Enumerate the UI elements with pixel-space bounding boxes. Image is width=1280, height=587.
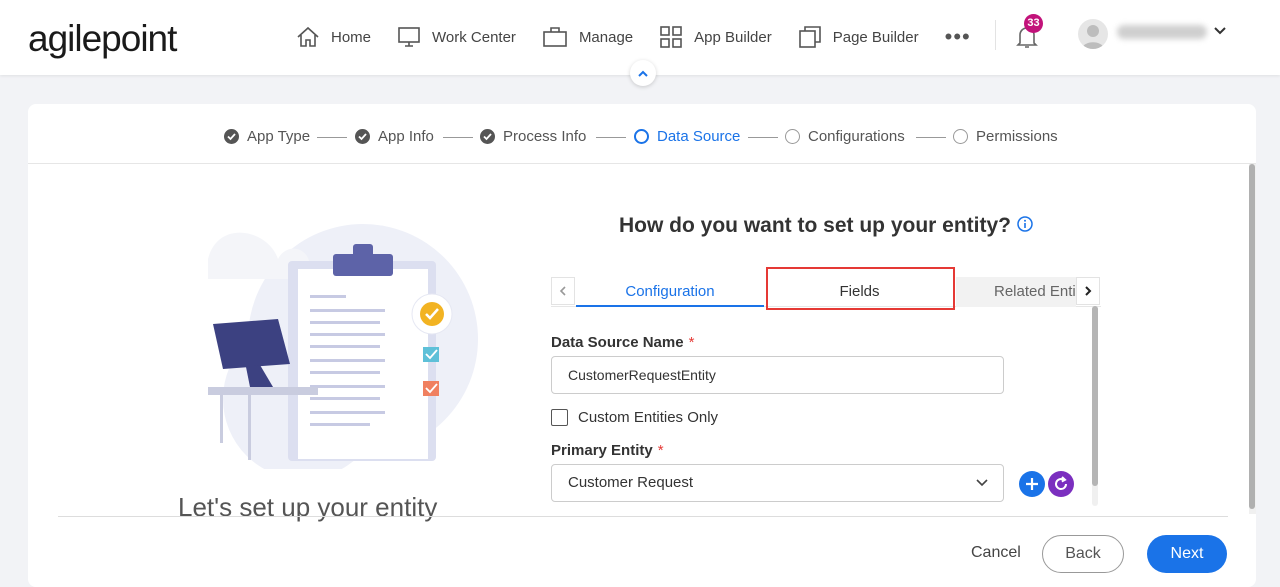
chevron-down-icon[interactable] [1213, 25, 1227, 37]
user-icon [1082, 25, 1104, 49]
next-button[interactable]: Next [1147, 535, 1227, 573]
collapse-header-button[interactable] [630, 60, 656, 86]
illustration-title: Let's set up your entity [178, 492, 438, 522]
step-label: Process Info [503, 128, 587, 145]
check-circle-icon [224, 129, 239, 144]
nav-page-builder[interactable]: Page Builder [798, 22, 919, 52]
tab-fields[interactable]: Fields [768, 277, 951, 307]
nav-app-builder-label: App Builder [694, 28, 772, 46]
briefcase-icon [543, 27, 567, 47]
info-icon[interactable] [1017, 216, 1033, 232]
data-source-name-label-text: Data Source Name [551, 334, 684, 351]
step-process-info[interactable]: Process Info [480, 128, 586, 145]
primary-entity-select[interactable]: Customer Request [551, 464, 1004, 502]
cancel-button[interactable]: Cancel [971, 544, 1021, 562]
chevron-left-icon [559, 286, 566, 296]
home-icon [297, 26, 319, 47]
tab-related-entities[interactable]: Related Enti [956, 277, 1076, 307]
nav-manage[interactable]: Manage [542, 22, 633, 52]
form-scrollbar[interactable] [1092, 306, 1098, 506]
step-connector [916, 137, 946, 138]
step-label: Data Source [657, 128, 741, 145]
custom-entities-only-label: Custom Entities Only [578, 409, 719, 426]
wizard-stepper: App Type App Info Process Info Data Sour… [28, 104, 1256, 164]
nav-manage-label: Manage [578, 28, 634, 46]
data-source-name-input[interactable] [551, 356, 1004, 394]
add-entity-button[interactable] [1019, 471, 1045, 497]
step-data-source[interactable]: Data Source [634, 128, 740, 145]
circle-icon [785, 129, 800, 144]
tab-scroll-left-button[interactable] [551, 277, 575, 305]
check-circle-icon [480, 129, 495, 144]
nav-work-center-label: Work Center [432, 28, 516, 46]
step-connector [596, 137, 626, 138]
chevron-right-icon [1085, 286, 1092, 296]
form-scrollbar-thumb[interactable] [1092, 306, 1098, 486]
form-title: How do you want to set up your entity? [619, 214, 1011, 237]
step-label: App Type [247, 128, 311, 145]
step-permissions[interactable]: Permissions [953, 128, 1058, 145]
nav-divider [995, 20, 996, 50]
entity-setup-illustration [208, 224, 478, 469]
chevron-down-icon [976, 479, 988, 487]
entity-tabs: Configuration Fields Related Enti [551, 277, 1101, 307]
primary-entity-label-text: Primary Entity [551, 442, 653, 459]
step-label: Configurations [808, 128, 905, 145]
plus-icon [1026, 478, 1038, 490]
check-circle-icon [355, 129, 370, 144]
circle-icon [634, 129, 649, 144]
pages-icon [798, 26, 821, 48]
required-marker: * [657, 442, 664, 459]
step-label: Permissions [976, 128, 1058, 145]
notification-badge: 33 [1024, 14, 1043, 33]
more-menu-icon[interactable]: ••• [945, 22, 971, 52]
nav-app-builder[interactable]: App Builder [659, 22, 772, 52]
tab-scroll-right-button[interactable] [1076, 277, 1100, 305]
required-marker: * [688, 334, 695, 351]
step-configurations[interactable]: Configurations [785, 128, 905, 145]
step-app-type[interactable]: App Type [224, 128, 310, 145]
nav-work-center[interactable]: Work Center [397, 22, 516, 52]
chevron-up-icon [638, 70, 648, 77]
back-button[interactable]: Back [1042, 535, 1124, 573]
agilepoint-logo[interactable]: agilepoint [28, 18, 177, 60]
monitor-icon [398, 27, 420, 47]
footer-divider [58, 516, 1228, 517]
avatar[interactable] [1078, 19, 1108, 49]
circle-icon [953, 129, 968, 144]
step-connector [443, 137, 473, 138]
custom-entities-only-checkbox[interactable] [551, 409, 568, 426]
primary-entity-value: Customer Request [568, 474, 694, 491]
main-nav: Home Work Center Manage App Builder Page… [296, 22, 971, 52]
user-name-blurred[interactable] [1117, 25, 1207, 39]
page-scrollbar[interactable] [1249, 164, 1256, 514]
refresh-entity-button[interactable] [1048, 471, 1074, 497]
page-scrollbar-thumb[interactable] [1249, 164, 1255, 509]
wizard-card: App Type App Info Process Info Data Sour… [28, 104, 1256, 587]
nav-home-label: Home [331, 28, 372, 46]
step-app-info[interactable]: App Info [355, 128, 434, 145]
nav-page-builder-label: Page Builder [832, 28, 919, 46]
primary-entity-label: Primary Entity * [551, 442, 664, 459]
refresh-icon [1055, 476, 1068, 490]
step-label: App Info [378, 128, 434, 145]
tab-configuration[interactable]: Configuration [576, 277, 764, 307]
step-connector [317, 137, 347, 138]
nav-home[interactable]: Home [296, 22, 371, 52]
data-source-name-label: Data Source Name * [551, 334, 694, 351]
grid-icon [660, 26, 682, 48]
step-connector [748, 137, 778, 138]
